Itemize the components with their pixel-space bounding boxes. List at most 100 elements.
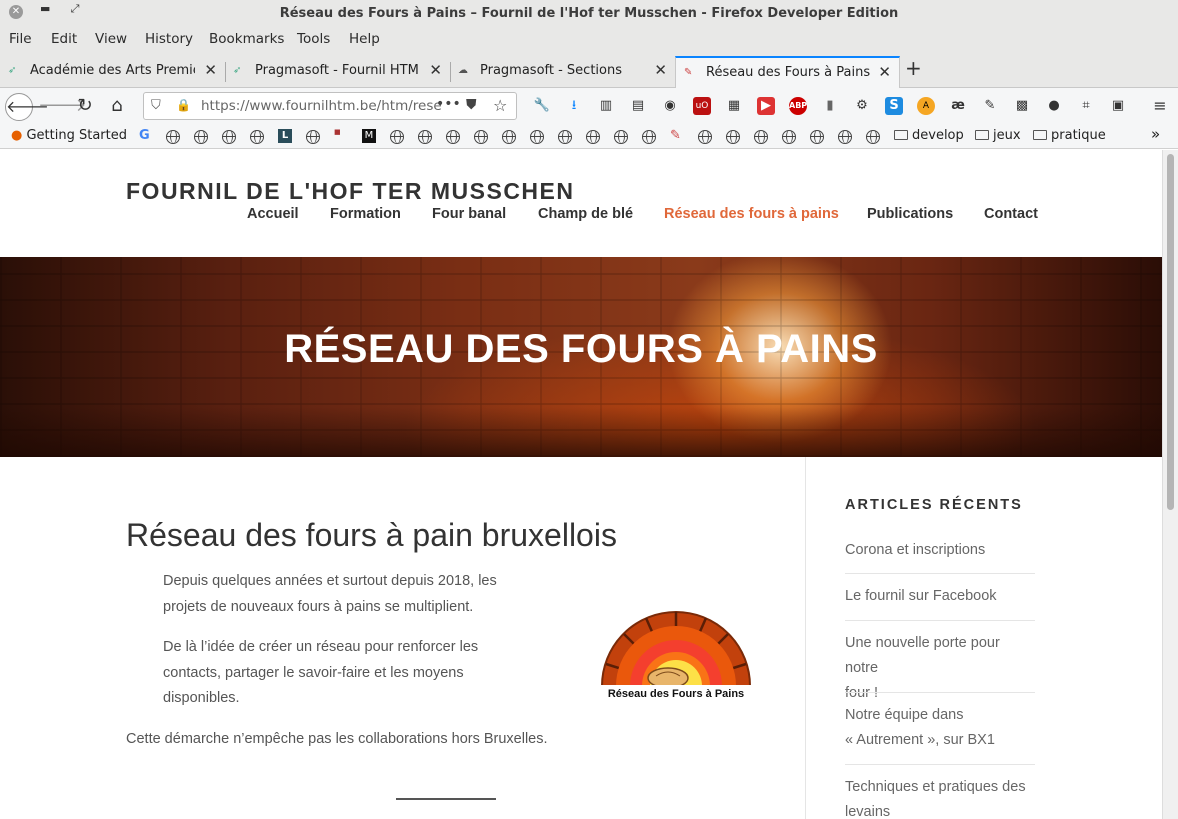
globe-icon[interactable]: [642, 130, 656, 144]
extension-grid-icon[interactable]: ▦: [725, 97, 743, 115]
home-button[interactable]: ⌂: [103, 93, 131, 121]
new-tab-icon[interactable]: +: [905, 56, 922, 80]
menu-edit[interactable]: Edit: [51, 31, 77, 47]
reload-button[interactable]: ↻: [71, 93, 99, 121]
bookmark-folder-pratique[interactable]: pratique: [1033, 128, 1106, 143]
settings-gear-icon[interactable]: ⚙: [853, 97, 871, 115]
nav-formation[interactable]: Formation: [330, 206, 401, 222]
globe-icon[interactable]: [698, 130, 712, 144]
bookmark-folder-develop[interactable]: develop: [894, 128, 964, 143]
article-title-line[interactable]: levains: [845, 800, 1035, 819]
l-site-icon[interactable]: L: [278, 129, 292, 143]
nav-four-banal[interactable]: Four banal: [432, 206, 506, 222]
globe-icon[interactable]: [222, 130, 236, 144]
menu-tools[interactable]: Tools: [297, 31, 330, 47]
bookmark-star-icon[interactable]: ☆: [493, 96, 507, 115]
globe-icon[interactable]: [194, 130, 208, 144]
back-button[interactable]: 🡐: [5, 93, 49, 121]
globe-icon[interactable]: [530, 130, 544, 144]
bookmarks-overflow-icon[interactable]: »: [1151, 125, 1160, 143]
globe-icon[interactable]: [782, 130, 796, 144]
ublock-icon[interactable]: uO: [693, 97, 711, 115]
library-icon[interactable]: ▥: [597, 97, 615, 115]
menu-help[interactable]: Help: [349, 31, 380, 47]
site-title[interactable]: FOURNIL DE L'HOF TER MUSSCHEN: [126, 178, 575, 205]
tab-close-icon[interactable]: ✕: [429, 61, 442, 79]
globe-icon[interactable]: [306, 130, 320, 144]
nav-champ-de-ble[interactable]: Champ de blé: [538, 206, 633, 222]
menu-history[interactable]: History: [145, 31, 193, 47]
s-extension-icon[interactable]: S: [885, 97, 903, 115]
tab-pragmasoft-fournil[interactable]: ➶ Pragmasoft - Fournil HTM ✕: [225, 56, 451, 88]
tab-close-icon[interactable]: ✕: [204, 61, 217, 79]
scrollbar-thumb[interactable]: [1167, 154, 1174, 510]
brush-extension-icon[interactable]: ✎: [981, 97, 999, 115]
article-title-line[interactable]: Notre équipe dans: [845, 703, 1035, 728]
video-extension-icon[interactable]: ▶: [757, 97, 775, 115]
globe-icon[interactable]: [614, 130, 628, 144]
bookmark-folder-jeux[interactable]: jeux: [975, 128, 1021, 143]
tab-close-icon[interactable]: ✕: [654, 61, 667, 79]
article-title-line[interactable]: Techniques et pratiques des: [845, 775, 1035, 800]
url-bar[interactable]: ⛉ 🔒 https://www.fournilhtm.be/htm/rese •…: [143, 92, 517, 120]
adblock-plus-icon[interactable]: ABP: [789, 97, 807, 115]
tracking-shield-icon[interactable]: ⛉: [151, 98, 161, 113]
ae-extension-icon[interactable]: æ: [949, 97, 967, 115]
globe-icon[interactable]: [586, 130, 600, 144]
article-title-line[interactable]: Une nouvelle porte pour notre: [845, 631, 1035, 681]
qr-code-icon[interactable]: ▩: [1013, 97, 1031, 115]
globe-icon[interactable]: [250, 130, 264, 144]
menu-bookmarks[interactable]: Bookmarks: [209, 31, 284, 47]
menu-file[interactable]: File: [9, 31, 32, 47]
globe-icon[interactable]: [502, 130, 516, 144]
globe-icon[interactable]: [838, 130, 852, 144]
hamburger-menu-icon[interactable]: ≡: [1151, 97, 1169, 115]
recent-article-link[interactable]: Le fournil sur Facebook: [845, 584, 1035, 609]
article-title-line[interactable]: Corona et inscriptions: [845, 538, 1035, 563]
zip-extension-icon[interactable]: ▮: [821, 97, 839, 115]
page-scrollbar[interactable]: [1162, 150, 1178, 819]
lock-icon[interactable]: 🔒: [176, 98, 191, 112]
globe-icon[interactable]: [166, 130, 180, 144]
site-favicon-icon[interactable]: ■: [334, 129, 341, 136]
globe-icon[interactable]: [726, 130, 740, 144]
pocket-icon[interactable]: ⛊: [466, 97, 477, 113]
tab-reseau-active[interactable]: ✎ Réseau des Fours à Pains – F ✕: [675, 56, 900, 89]
article-title-line[interactable]: « Autrement », sur BX1: [845, 728, 1035, 753]
globe-icon[interactable]: [754, 130, 768, 144]
nav-publications[interactable]: Publications: [867, 206, 953, 222]
url-text[interactable]: https://www.fournilhtm.be/htm/rese: [201, 98, 441, 114]
translate-extension-icon[interactable]: A: [917, 97, 935, 115]
google-icon[interactable]: G: [139, 128, 150, 143]
menu-view[interactable]: View: [95, 31, 127, 47]
sidebar-icon[interactable]: ▤: [629, 97, 647, 115]
globe-icon[interactable]: [474, 130, 488, 144]
recent-article-link[interactable]: Notre équipe dans « Autrement », sur BX1: [845, 703, 1035, 753]
globe-icon[interactable]: [390, 130, 404, 144]
tab-academie[interactable]: ➶ Académie des Arts Premier ✕: [0, 56, 226, 88]
account-icon[interactable]: ◉: [661, 97, 679, 115]
article-title-line[interactable]: Le fournil sur Facebook: [845, 584, 1035, 609]
dots-extension-icon[interactable]: ●: [1045, 97, 1063, 115]
downloads-icon[interactable]: ⭳: [565, 97, 583, 115]
bookmark-getting-started[interactable]: ● Getting Started: [11, 128, 127, 143]
recent-article-link[interactable]: Une nouvelle porte pour notre four !: [845, 631, 1035, 706]
page-actions-icon[interactable]: •••: [436, 96, 461, 112]
recent-article-link[interactable]: Techniques et pratiques des levains: [845, 775, 1035, 819]
tab-pragmasoft-sections[interactable]: ☁ Pragmasoft - Sections ✕: [450, 56, 675, 88]
forward-button[interactable]: 🡒: [38, 93, 86, 121]
bread-favicon-icon[interactable]: ✎: [670, 128, 681, 143]
nav-accueil[interactable]: Accueil: [247, 206, 299, 222]
globe-icon[interactable]: [866, 130, 880, 144]
wrench-icon[interactable]: 🔧: [533, 97, 551, 115]
screenshot-extension-icon[interactable]: ▣: [1109, 97, 1127, 115]
recent-article-link[interactable]: Corona et inscriptions: [845, 538, 1035, 563]
globe-icon[interactable]: [810, 130, 824, 144]
globe-icon[interactable]: [446, 130, 460, 144]
m-site-icon[interactable]: M: [362, 129, 376, 143]
nav-reseau-current[interactable]: Réseau des fours à pains: [664, 206, 839, 222]
crop-icon[interactable]: ⌗: [1077, 97, 1095, 115]
globe-icon[interactable]: [558, 130, 572, 144]
tab-close-icon[interactable]: ✕: [878, 63, 891, 81]
globe-icon[interactable]: [418, 130, 432, 144]
